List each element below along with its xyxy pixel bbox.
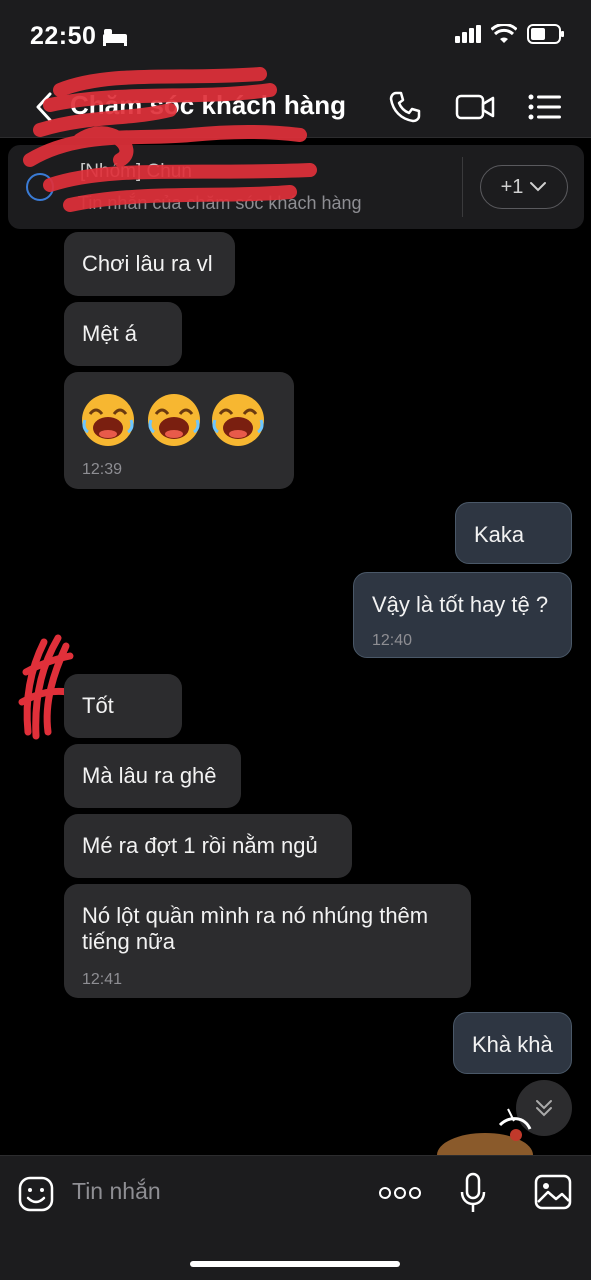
- message-text: Mé ra đợt 1 rồi nằm ngủ: [82, 833, 318, 858]
- message-text: Vậy là tốt hay tệ ?: [372, 592, 549, 617]
- sticker-smiley-icon[interactable]: [18, 1176, 54, 1212]
- emoji-message-bubble[interactable]: 12:39: [64, 372, 294, 489]
- image-gallery-icon[interactable]: [534, 1174, 572, 1210]
- pinned-name: [Nhóm] Chun: [80, 161, 192, 182]
- scroll-to-bottom-button[interactable]: [516, 1080, 572, 1136]
- message-timestamp: 12:39: [82, 461, 123, 478]
- laughing-face-icon: [82, 394, 134, 446]
- message-text: Khà khà: [472, 1032, 553, 1057]
- message-bubble[interactable]: Mệt á: [64, 302, 182, 366]
- battery-icon: [527, 24, 564, 44]
- message-bubble[interactable]: Khà khà: [453, 1012, 572, 1074]
- message-bubble[interactable]: Tốt: [64, 674, 182, 738]
- phone-call-icon[interactable]: [388, 90, 422, 124]
- more-pinned-button[interactable]: +1: [480, 165, 568, 209]
- message-bubble[interactable]: Kaka: [455, 502, 572, 564]
- message-input[interactable]: Tin nhắn: [72, 1178, 161, 1205]
- message-text: Chơi lâu ra vl: [82, 251, 213, 276]
- message-text: Tốt: [82, 693, 114, 718]
- message-text: Kaka: [474, 522, 525, 547]
- message-timestamp: 12:40: [372, 632, 413, 649]
- message-bubble[interactable]: Chơi lâu ra vl: [64, 232, 235, 296]
- laughing-face-icon: [148, 394, 200, 446]
- message-text: Mà lâu ra ghê: [82, 763, 217, 788]
- back-chevron-icon[interactable]: [30, 90, 60, 124]
- microphone-icon[interactable]: [460, 1172, 486, 1214]
- cellular-signal-icon: [455, 25, 481, 43]
- laughing-face-icon: [212, 394, 264, 446]
- chat-header: Chăm sóc khách hàng: [0, 76, 591, 138]
- message-bubble[interactable]: Mà lâu ra ghê: [64, 744, 241, 808]
- pinned-banner[interactable]: [Nhóm] Chun Tin nhắn của chăm sóc khách …: [8, 145, 584, 229]
- message-text: tiếng nữa: [82, 929, 176, 954]
- message-timestamp: 12:41: [82, 971, 123, 988]
- pinned-subtitle: Tin nhắn của chăm sóc khách hàng: [78, 193, 362, 213]
- video-call-icon[interactable]: [455, 90, 495, 124]
- more-count: +1: [500, 175, 524, 198]
- chat-title[interactable]: Chăm sóc khách hàng: [70, 90, 346, 121]
- home-indicator[interactable]: [190, 1261, 400, 1267]
- message-text: Nó lột quần mình ra nó nhúng thêm: [82, 903, 429, 928]
- wifi-icon: [491, 24, 517, 43]
- message-bubble[interactable]: Mé ra đợt 1 rồi nằm ngủ: [64, 814, 352, 878]
- sleep-focus-icon: [103, 29, 127, 46]
- message-bubble[interactable]: Nó lột quần mình ra nó nhúng thêm tiếng …: [64, 884, 471, 998]
- menu-list-icon[interactable]: [528, 90, 562, 124]
- message-text: Mệt á: [82, 321, 138, 346]
- double-chevron-down-icon: [536, 1100, 552, 1117]
- message-bubble[interactable]: Vậy là tốt hay tệ ? 12:40: [353, 572, 572, 658]
- chevron-down-icon: [530, 182, 547, 192]
- status-bar: 22:50: [0, 0, 591, 76]
- more-options-icon[interactable]: [378, 1186, 422, 1200]
- avatar: [26, 173, 54, 201]
- divider: [462, 157, 463, 217]
- status-time: 22:50: [30, 22, 97, 50]
